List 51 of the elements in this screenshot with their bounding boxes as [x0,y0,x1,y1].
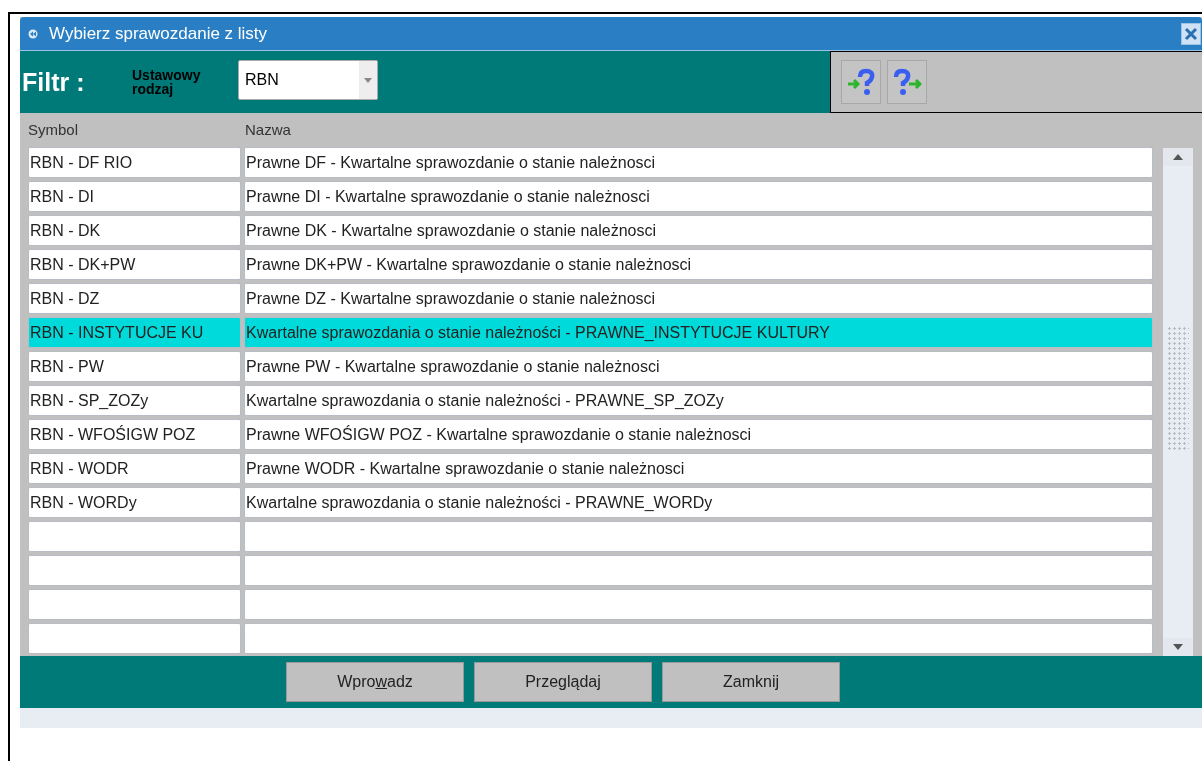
type-dropdown[interactable]: RBN [238,60,378,100]
table-cell[interactable] [28,521,241,552]
table-cell[interactable]: RBN - DZ [28,283,241,314]
table-cell[interactable]: Prawne DZ - Kwartalne sprawozdanie o stanie należnosci [244,283,1153,314]
field-label: Ustawowy rodzaj [132,68,202,96]
table-cell[interactable]: Kwartalne sprawozdania o stanie należności - PRAWNE_INSTYTUCJE KULTURY [244,317,1153,348]
caret-icon [364,77,372,83]
table-cell[interactable]: RBN - DF RIO [28,147,241,178]
table-cell[interactable] [28,589,241,620]
table-cell[interactable]: RBN - DI [28,181,241,212]
table-cell[interactable] [244,623,1153,654]
table-cell[interactable]: RBN - PW [28,351,241,382]
table-cell[interactable] [28,623,241,654]
help-arrow-in-button[interactable] [841,60,881,104]
table-cell[interactable]: Prawne WODR - Kwartalne sprawozdanie o stanie należnosci [244,453,1153,484]
table-cell[interactable]: RBN - WFOŚIGW POZ [28,419,241,450]
scrollbar[interactable] [1163,148,1193,656]
scroll-down-button[interactable] [1163,638,1193,656]
scrollbar-thumb[interactable] [1167,326,1189,451]
caret-icon [1173,644,1183,650]
table-cell[interactable]: Kwartalne sprawozdania o stanie należności - PRAWNE_WORDy [244,487,1153,518]
table-cell[interactable] [244,555,1153,586]
table-cell[interactable]: RBN - WODR [28,453,241,484]
action-button[interactable]: Wprowadz [286,662,464,702]
close-button[interactable] [1181,22,1201,45]
help-arrow-out-button[interactable] [887,60,927,104]
table-cell[interactable]: RBN - DK+PW [28,249,241,280]
table-cell[interactable]: RBN - SP_ZOZy [28,385,241,416]
filter-label: Filtr : [22,67,86,97]
table-cell[interactable]: Prawne WFOŚIGW POZ - Kwartalne sprawozdanie o stanie należnosci [244,419,1153,450]
window-icon [28,28,38,39]
table-cell[interactable]: RBN - INSTYTUCJE KU [28,317,241,348]
table-cell[interactable] [244,589,1153,620]
action-button[interactable]: Zamknij [662,662,840,702]
table-cell[interactable]: RBN - DK [28,215,241,246]
action-button[interactable]: Przeglądaj [474,662,652,702]
caret-icon [1173,154,1183,160]
table-cell[interactable]: Prawne DK+PW - Kwartalne sprawozdanie o stanie należnosci [244,249,1153,280]
table-cell[interactable]: Prawne DI - Kwartalne sprawozdanie o stanie należnosci [244,181,1153,212]
close-icon [1184,26,1198,41]
column-header: Nazwa [245,121,291,138]
table-cell[interactable]: Kwartalne sprawozdania o stanie należności - PRAWNE_SP_ZOZy [244,385,1153,416]
scroll-up-button[interactable] [1163,148,1193,166]
window-title: Wybierz sprawozdanie z listy [49,23,269,44]
table-cell[interactable]: Prawne PW - Kwartalne sprawozdanie o stanie należnosci [244,351,1153,382]
table-cell[interactable] [28,555,241,586]
column-header: Symbol [27,121,80,138]
table-cell[interactable]: RBN - WORDy [28,487,241,518]
table-cell[interactable]: Prawne DK - Kwartalne sprawozdanie o stanie należnosci [244,215,1153,246]
table-cell[interactable]: Prawne DF - Kwartalne sprawozdanie o stanie należnosci [244,147,1153,178]
table-cell[interactable] [244,521,1153,552]
